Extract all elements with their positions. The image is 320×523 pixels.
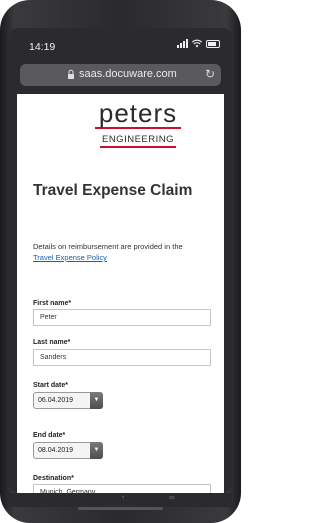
logo-subtitle: ENGINEERING bbox=[99, 134, 176, 148]
last-name-field[interactable]: Sanders bbox=[33, 349, 211, 366]
last-name-label: Last name* bbox=[33, 339, 71, 346]
start-date-value: 06.04.2019 bbox=[38, 397, 74, 404]
browser-toolbar: ↑ ∞ bbox=[9, 493, 232, 507]
first-name-label: First name* bbox=[33, 300, 72, 307]
end-date-value: 08.04.2019 bbox=[38, 447, 74, 454]
wifi-icon bbox=[192, 39, 202, 48]
home-indicator[interactable] bbox=[78, 507, 163, 510]
chevron-down-icon[interactable]: ▼ bbox=[90, 442, 103, 459]
page-title: Travel Expense Claim bbox=[33, 182, 193, 199]
web-page: peters ENGINEERING Travel Expense Claim … bbox=[17, 94, 224, 493]
start-date-label: Start date* bbox=[33, 382, 69, 389]
destination-label: Destination* bbox=[33, 475, 74, 482]
phone-screen: 14:19 saas.docuware.com ↻ peters ENGINEE… bbox=[9, 28, 232, 493]
start-date-picker[interactable]: 06.04.2019 ▼ bbox=[33, 392, 103, 409]
chevron-down-icon[interactable]: ▼ bbox=[90, 392, 103, 409]
end-date-label: End date* bbox=[33, 432, 66, 439]
end-date-picker[interactable]: 08.04.2019 ▼ bbox=[33, 442, 103, 459]
battery-icon bbox=[206, 39, 220, 48]
first-name-field[interactable]: Peter bbox=[33, 309, 211, 326]
phone-frame: 14:19 saas.docuware.com ↻ peters ENGINEE… bbox=[0, 0, 241, 523]
signal-icon bbox=[177, 39, 188, 48]
share-icon[interactable]: ↑ bbox=[121, 493, 125, 502]
lock-icon bbox=[68, 69, 74, 79]
policy-link[interactable]: Travel Expense Policy bbox=[33, 253, 107, 262]
status-time: 14:19 bbox=[29, 41, 56, 53]
intro-text: Details on reimbursement are provided in… bbox=[33, 241, 223, 263]
logo-wordmark: peters bbox=[95, 100, 181, 129]
destination-field[interactable]: Munich, Germany bbox=[33, 484, 211, 493]
intro-sentence: Details on reimbursement are provided in… bbox=[33, 242, 183, 251]
status-icons bbox=[177, 39, 220, 48]
url-text: saas.docuware.com bbox=[79, 68, 177, 80]
bookmarks-icon[interactable]: ∞ bbox=[169, 493, 175, 502]
address-bar[interactable]: saas.docuware.com ↻ bbox=[20, 64, 221, 86]
company-logo: peters ENGINEERING bbox=[95, 100, 181, 148]
reload-icon[interactable]: ↻ bbox=[205, 67, 215, 81]
status-bar: 14:19 bbox=[9, 28, 232, 62]
